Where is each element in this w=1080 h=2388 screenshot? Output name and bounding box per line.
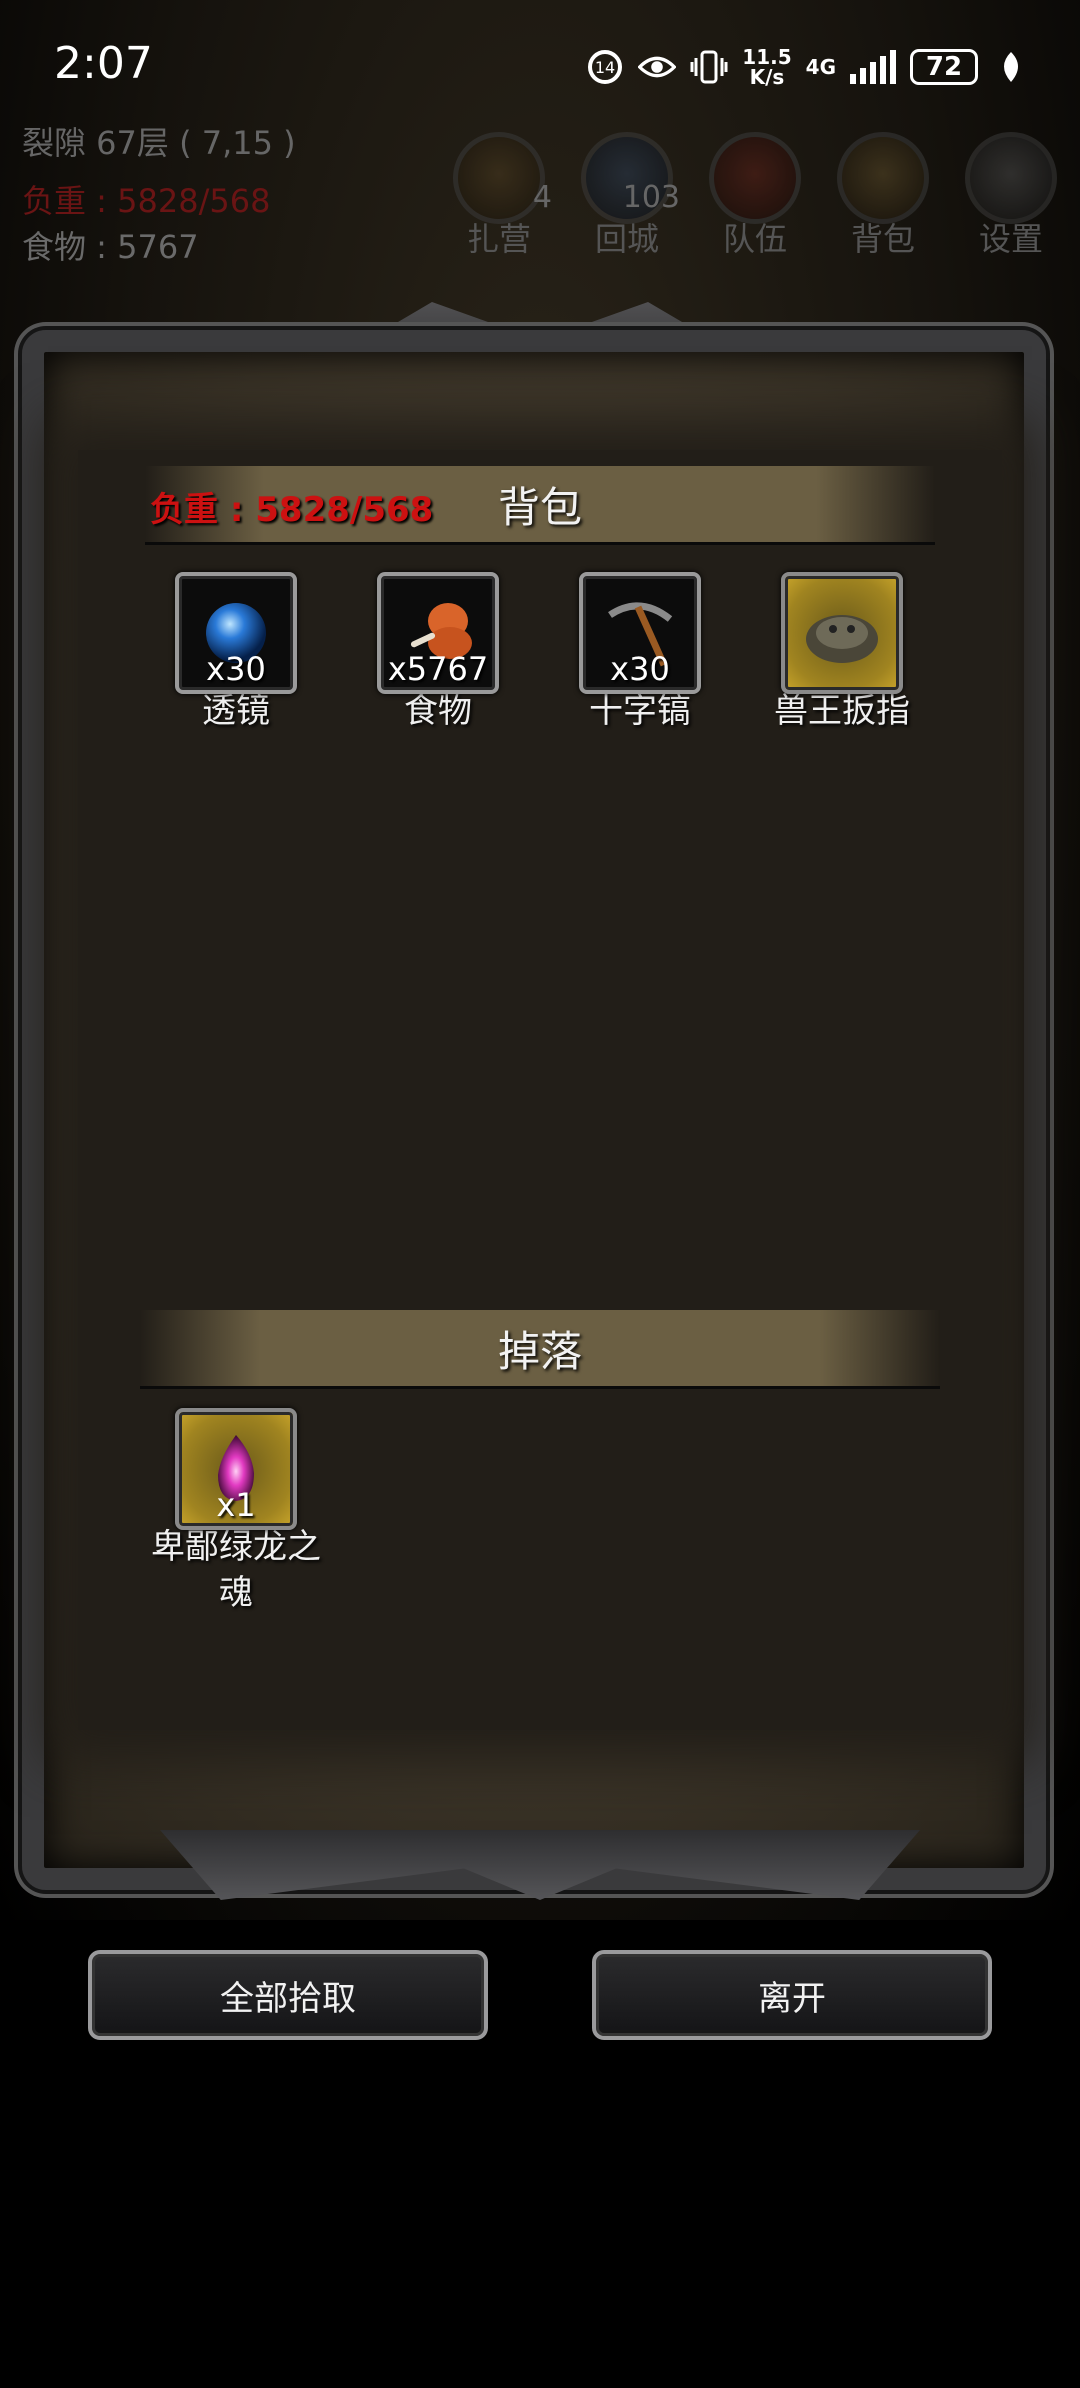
nav-return-town[interactable]: 103 回城 <box>578 132 680 260</box>
item-slot: x1 <box>175 1408 297 1530</box>
net-speed-unit: K/s <box>749 65 785 89</box>
camp-icon <box>453 132 545 224</box>
status-bar: 2:07 14 11.5 K/s 4G 72 <box>0 0 1080 130</box>
item-name: 十字镐 <box>589 691 691 731</box>
return-badge: 103 <box>622 180 680 215</box>
top-nav: 4 扎营 103 回城 队伍 背包 设置 <box>450 132 1060 260</box>
status-time: 2:07 <box>54 38 153 89</box>
item-name: 食物 <box>404 691 472 731</box>
pickup-all-button[interactable]: 全部拾取 <box>88 1950 488 2040</box>
item-slot: x5767 <box>377 572 499 694</box>
item-slot <box>781 572 903 694</box>
network-label: 4G <box>805 55 836 79</box>
data-saver-icon: 14 <box>586 48 624 86</box>
vibrate-icon <box>690 48 728 86</box>
item-name: 卑鄙绿龙之魂 <box>151 1527 321 1613</box>
backpack-item-food[interactable]: x5767 食物 <box>358 572 518 734</box>
eye-icon <box>638 48 677 86</box>
header-food: 食物 : 5767 <box>22 228 199 266</box>
item-quantity: x30 <box>206 650 266 688</box>
battery-icon: 72 <box>910 49 978 85</box>
header-weight: 负重 : 5828/568 <box>22 182 271 220</box>
svg-text:14: 14 <box>595 58 615 77</box>
frame-bottom-decoration <box>160 1830 920 1900</box>
location-text: 裂隙 67层 ( 7,15 ) <box>22 124 296 162</box>
status-icons: 14 11.5 K/s 4G 72 <box>586 42 1030 92</box>
nav-camp[interactable]: 4 扎营 <box>450 132 552 260</box>
item-slot: x30 <box>579 572 701 694</box>
backpack-weight: 负重 : 5828/568 <box>150 490 434 530</box>
network-type: 4G <box>806 57 836 77</box>
item-quantity: x1 <box>216 1486 256 1524</box>
item-quantity: x30 <box>610 650 670 688</box>
team-icon <box>709 132 801 224</box>
nav-settings[interactable]: 设置 <box>962 132 1060 260</box>
leaf-icon <box>992 48 1030 86</box>
backpack-icon <box>837 132 929 224</box>
drops-title: 掉落 <box>497 1326 582 1376</box>
gear-icon <box>965 132 1057 224</box>
leave-button[interactable]: 离开 <box>592 1950 992 2040</box>
item-quantity: x5767 <box>387 650 489 688</box>
camp-badge: 4 <box>532 180 552 215</box>
item-name: 透镜 <box>202 691 270 731</box>
backpack-title: 背包 <box>497 482 582 532</box>
backpack-item-lens[interactable]: x30 透镜 <box>156 572 316 734</box>
backpack-item-pickaxe[interactable]: x30 十字镐 <box>560 572 720 734</box>
item-name: 兽王扳指 <box>774 691 910 731</box>
beast-ring-icon <box>806 615 878 663</box>
nav-team[interactable]: 队伍 <box>706 132 804 260</box>
item-slot: x30 <box>175 572 297 694</box>
backpack-item-beast-ring[interactable]: 兽王扳指 <box>762 572 922 734</box>
net-speed: 11.5 K/s <box>742 47 791 87</box>
nav-backpack[interactable]: 背包 <box>834 132 932 260</box>
drops-header: 掉落 <box>140 1310 940 1389</box>
drop-item-dragon-soul[interactable]: x1 卑鄙绿龙之魂 <box>151 1408 321 1616</box>
signal-icon <box>850 50 896 84</box>
net-speed-value: 11.5 <box>742 45 792 69</box>
